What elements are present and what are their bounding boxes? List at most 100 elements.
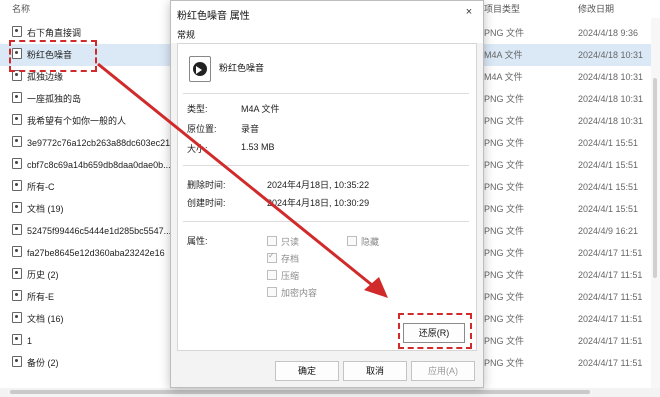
play-icon [196, 66, 202, 74]
file-name-text: 1 [27, 336, 33, 346]
file-icon [12, 26, 22, 37]
file-name: 所有-E [12, 286, 54, 308]
compressed-label: 压缩 [281, 271, 300, 281]
file-icon [12, 290, 22, 301]
file-date: 2024/4/17 11:51 [578, 292, 643, 302]
file-type: PNG 文件 [484, 248, 525, 258]
file-date: 2024/4/1 15:51 [578, 182, 639, 192]
file-name: 我希望有个如你一般的人 [12, 110, 126, 132]
file-icon [12, 202, 22, 213]
file-type: PNG 文件 [484, 204, 525, 214]
type-value: M4A 文件 [241, 104, 280, 114]
vertical-scrollbar[interactable] [651, 18, 660, 388]
type-label: 类型: [187, 104, 208, 114]
scrollbar-thumb[interactable] [653, 78, 657, 278]
file-type: PNG 文件 [484, 182, 525, 192]
file-name-text: 文档 (16) [27, 314, 64, 324]
file-type: PNG 文件 [484, 94, 525, 104]
file-name: 文档 (16) [12, 308, 64, 330]
file-date: 2024/4/1 15:51 [578, 204, 639, 214]
file-name: 历史 (2) [12, 264, 59, 286]
file-name-text: 右下角直接调 [27, 28, 82, 38]
file-name-text: 我希望有个如你一般的人 [27, 116, 127, 126]
file-name-text: cbf7c8c69a14b659db8daa0dae0b... [27, 160, 171, 170]
file-type: M4A 文件 [484, 72, 523, 82]
readonly-checkbox[interactable] [267, 236, 277, 246]
file-type: PNG 文件 [484, 138, 525, 148]
file-type: PNG 文件 [484, 28, 525, 38]
created-time-label: 创建时间: [187, 198, 226, 208]
file-name-field: 粉红色噪音 [219, 63, 265, 73]
divider [183, 221, 469, 222]
file-icon [12, 246, 22, 257]
file-icon [12, 136, 22, 147]
readonly-label: 只读 [281, 237, 300, 247]
file-name: 52475f99446c5444e1d285bc5547... [12, 220, 171, 242]
file-type: PNG 文件 [484, 116, 525, 126]
file-icon [12, 92, 22, 103]
file-type: PNG 文件 [484, 314, 525, 324]
hidden-checkbox[interactable] [347, 236, 357, 246]
file-date: 2024/4/18 10:31 [578, 94, 644, 104]
dialog-titlebar: 粉红色噪音 属性 × [171, 1, 483, 25]
divider [183, 93, 469, 94]
encrypted-checkbox[interactable] [267, 287, 277, 297]
ok-button[interactable]: 确定 [275, 361, 339, 381]
apply-button[interactable]: 应用(A) [411, 361, 475, 381]
column-header-date[interactable]: 修改日期 [578, 0, 614, 18]
file-date: 2024/4/17 11:51 [578, 336, 643, 346]
file-date: 2024/4/1 15:51 [578, 138, 639, 148]
deleted-time-value: 2024年4月18日, 10:35:22 [267, 180, 370, 190]
file-name-text: fa27be8645e12d360aba23242e16 [27, 248, 165, 258]
file-date: 2024/4/18 9:36 [578, 28, 639, 38]
file-date: 2024/4/1 15:51 [578, 160, 639, 170]
archive-checkbox[interactable] [267, 251, 277, 263]
deleted-time-label: 删除时间: [187, 180, 226, 190]
highlight-box-file [9, 40, 97, 72]
size-label: 大小: [187, 144, 208, 154]
file-type: PNG 文件 [484, 160, 525, 170]
compressed-checkbox[interactable] [267, 270, 277, 280]
file-name: 备份 (2) [12, 352, 59, 374]
hidden-label: 隐藏 [361, 237, 380, 247]
file-date: 2024/4/17 11:51 [578, 248, 643, 258]
file-type: PNG 文件 [484, 270, 525, 280]
file-name: fa27be8645e12d360aba23242e16 [12, 242, 165, 264]
column-header-name[interactable]: 名称 [12, 0, 30, 18]
location-value: 录音 [241, 124, 260, 134]
encrypted-label: 加密内容 [281, 288, 318, 298]
divider [183, 165, 469, 166]
file-icon [12, 268, 22, 279]
file-name-text: 孤独边缘 [27, 72, 64, 82]
file-icon [12, 158, 22, 169]
file-type: PNG 文件 [484, 226, 525, 236]
file-name: 所有-C [12, 176, 55, 198]
scrollbar-thumb[interactable] [10, 390, 590, 394]
column-header-type[interactable]: 项目类型 [484, 0, 520, 18]
close-icon[interactable]: × [463, 6, 475, 18]
file-icon [12, 312, 22, 323]
attributes-label: 属性: [187, 236, 208, 246]
file-name-text: 52475f99446c5444e1d285bc5547... [27, 226, 172, 236]
file-icon [12, 356, 22, 367]
file-name: 1 [12, 330, 32, 352]
file-type: PNG 文件 [484, 358, 525, 368]
highlight-box-restore [398, 313, 472, 349]
cancel-button[interactable]: 取消 [343, 361, 407, 381]
tab-general[interactable]: 常规 [177, 28, 195, 41]
file-type: M4A 文件 [484, 50, 523, 60]
created-time-value: 2024年4月18日, 10:30:29 [267, 198, 370, 208]
horizontal-scrollbar[interactable] [0, 388, 660, 397]
file-name-text: 历史 (2) [27, 270, 59, 280]
file-date: 2024/4/17 11:51 [578, 314, 643, 324]
file-name-text: 所有-E [27, 292, 55, 302]
file-date: 2024/4/18 10:31 [578, 50, 644, 60]
file-name: 一座孤独的岛 [12, 88, 81, 110]
file-name-text: 3e9772c76a12cb263a88dc603ec21 [27, 138, 171, 148]
file-date: 2024/4/17 11:51 [578, 270, 643, 280]
file-name-text: 一座孤独的岛 [27, 94, 82, 104]
size-value: 1.53 MB [241, 142, 275, 152]
file-date: 2024/4/17 11:51 [578, 358, 643, 368]
file-name: 文档 (19) [12, 198, 64, 220]
location-label: 原位置: [187, 124, 217, 134]
